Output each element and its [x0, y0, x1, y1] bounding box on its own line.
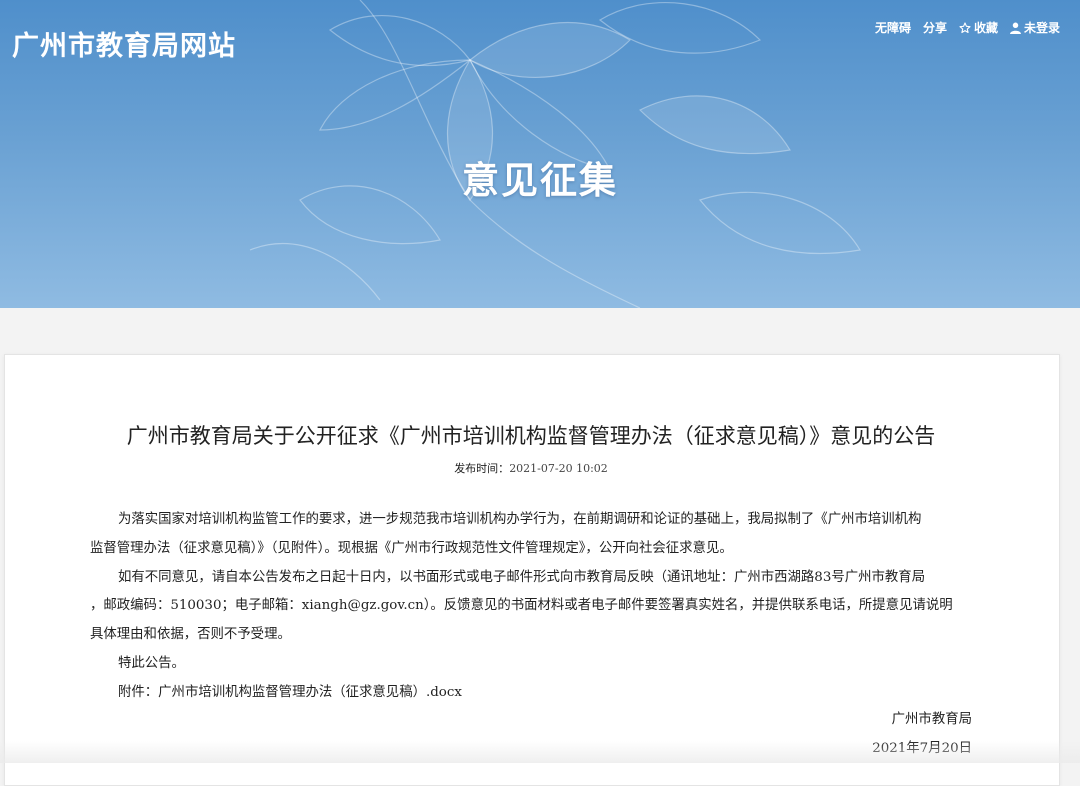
header-banner: 广州市教育局网站 无障碍 分享 收藏 未登录 意见征集 — [0, 0, 1080, 308]
signature-org: 广州市教育局 — [891, 712, 972, 727]
attachment-label: 附件： — [118, 684, 159, 700]
share-link[interactable]: 分享 — [923, 19, 947, 36]
login-label: 未登录 — [1023, 21, 1060, 35]
user-icon — [1010, 22, 1021, 34]
attachment-line: 附件：广州市培训机构监督管理办法（征求意见稿）.docx — [90, 679, 975, 708]
accessibility-link[interactable]: 无障碍 — [875, 19, 911, 36]
publish-info: 发布时间：2021-07-20 10:02 — [0, 460, 1062, 476]
top-links: 无障碍 分享 收藏 未登录 — [875, 19, 1060, 36]
share-label: 分享 — [922, 21, 947, 35]
paragraph-2-line-2: ，邮政编码：510030；电子邮箱：xiangh@gz.gov.cn）。反馈意见… — [90, 598, 953, 614]
signature-date: 2021年7月20日 — [872, 741, 972, 756]
star-outline-icon — [959, 21, 971, 33]
paragraph-1-line-1: 为落实国家对培训机构监管工作的要求，进一步规范我市培训机构办学行为，在前期调研和… — [118, 512, 922, 527]
banner-heading: 意见征集 — [462, 158, 618, 202]
site-title[interactable]: 广州市教育局网站 — [12, 24, 236, 63]
favorite-label: 收藏 — [973, 21, 998, 35]
paragraph-1-line-2: 监督管理办法（征求意见稿）》（见附件）。现根据《广州市行政规范性文件管理规定》，… — [90, 540, 733, 556]
login-link[interactable]: 未登录 — [1010, 19, 1060, 36]
paragraph-2-line-1: 如有不同意见，请自本公告发布之日起十日内，以书面形式或电子邮件形式向市教育局反映… — [118, 569, 926, 585]
article-title: 广州市教育局关于公开征求《广州市培训机构监督管理办法（征求意见稿）》意见的公告 — [126, 424, 936, 448]
article-body: 为落实国家对培训机构监管工作的要求，进一步规范我市培训机构办学行为，在前期调研和… — [90, 506, 975, 708]
attachment-link[interactable]: 广州市培训机构监督管理办法（征求意见稿）.docx — [158, 685, 462, 700]
paragraph-2-line-3: 具体理由和依据，否则不予受理。 — [90, 627, 291, 643]
accessibility-label: 无障碍 — [874, 21, 911, 35]
publish-label: 发布时间： — [454, 462, 510, 475]
publish-time: 2021-07-20 10:02 — [509, 462, 608, 475]
paragraph-3: 特此公告。 — [118, 655, 185, 671]
favorite-link[interactable]: 收藏 — [959, 19, 998, 36]
